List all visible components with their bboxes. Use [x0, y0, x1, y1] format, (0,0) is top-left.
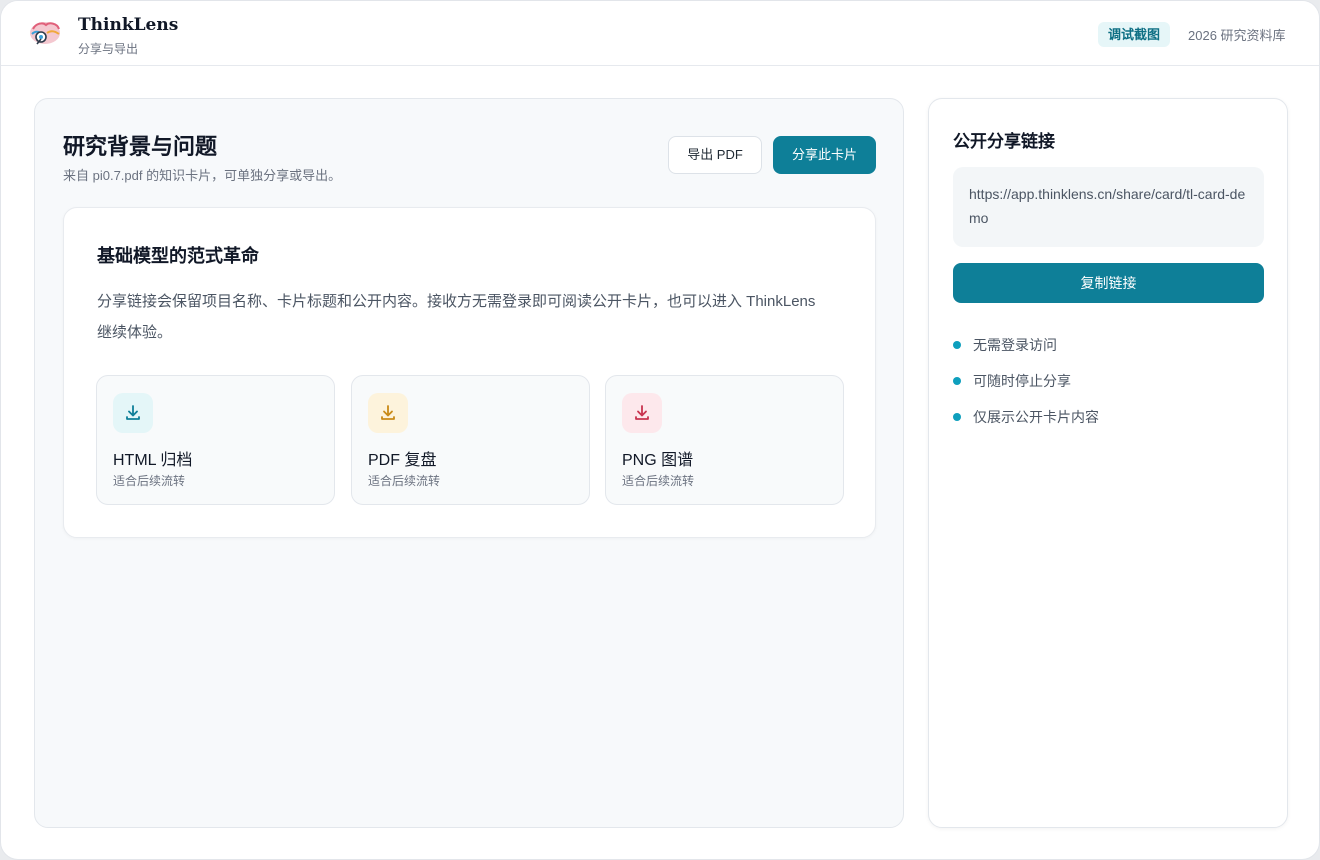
list-item: 仅展示公开卡片内容 [953, 407, 1099, 443]
list-item: 可随时停止分享 [953, 371, 1099, 407]
bullet-dot-icon [953, 341, 961, 349]
tile-name: HTML 归档 [113, 452, 193, 469]
card-body: 分享链接会保留项目名称、卡片标题和公开内容。接收方无需登录即可阅读公开卡片，也可… [97, 293, 816, 341]
export-tile-png[interactable]: PNG 图谱 适合后续流转 [605, 375, 844, 505]
page-title: 研究背景与问题 [63, 134, 218, 159]
list-item: 无需登录访问 [953, 335, 1099, 371]
page-subtitle: 来自 pi0.7.pdf 的知识卡片，可单独分享或导出。 [63, 168, 342, 183]
download-icon [113, 393, 153, 433]
card-title: 基础模型的范式革命 [97, 246, 259, 266]
app-window: ThinkLens 分享与导出 调试截图 2026 研究资料库 研究背景与问题 … [0, 0, 1320, 860]
feature-label: 仅展示公开卡片内容 [973, 409, 1099, 425]
tile-name: PNG 图谱 [622, 452, 694, 469]
export-pdf-button[interactable]: 导出 PDF [668, 136, 762, 174]
app-subtitle: 分享与导出 [78, 42, 139, 56]
share-panel: 公开分享链接 https://app.thinklens.cn/share/ca… [928, 98, 1288, 828]
main-panel: 研究背景与问题 来自 pi0.7.pdf 的知识卡片，可单独分享或导出。 导出 … [34, 98, 904, 828]
debug-badge: 调试截图 [1098, 22, 1171, 47]
feature-label: 可随时停止分享 [973, 373, 1071, 389]
export-tile-pdf[interactable]: PDF 复盘 适合后续流转 [351, 375, 590, 505]
export-tile-html[interactable]: HTML 归档 适合后续流转 [96, 375, 335, 505]
tile-desc: 适合后续流转 [113, 474, 186, 488]
brain-logo-icon [30, 22, 60, 45]
share-url-field[interactable]: https://app.thinklens.cn/share/card/tl-c… [953, 167, 1264, 247]
download-icon [368, 393, 408, 433]
library-label[interactable]: 2026 研究资料库 [1188, 25, 1286, 44]
bullet-dot-icon [953, 377, 961, 385]
knowledge-card: 基础模型的范式革命 分享链接会保留项目名称、卡片标题和公开内容。接收方无需登录即… [63, 207, 876, 538]
app-header: ThinkLens 分享与导出 调试截图 2026 研究资料库 [1, 1, 1319, 66]
app-name: ThinkLens [78, 15, 179, 35]
tile-desc: 适合后续流转 [368, 474, 441, 488]
download-icon [622, 393, 662, 433]
bullet-dot-icon [953, 413, 961, 421]
share-card-button[interactable]: 分享此卡片 [773, 136, 876, 174]
feature-label: 无需登录访问 [973, 337, 1057, 353]
share-panel-title: 公开分享链接 [953, 132, 1055, 151]
tile-name: PDF 复盘 [368, 452, 437, 469]
copy-link-button[interactable]: 复制链接 [953, 263, 1264, 303]
tile-desc: 适合后续流转 [622, 474, 695, 488]
feature-list: 无需登录访问 可随时停止分享 仅展示公开卡片内容 [953, 335, 1099, 443]
